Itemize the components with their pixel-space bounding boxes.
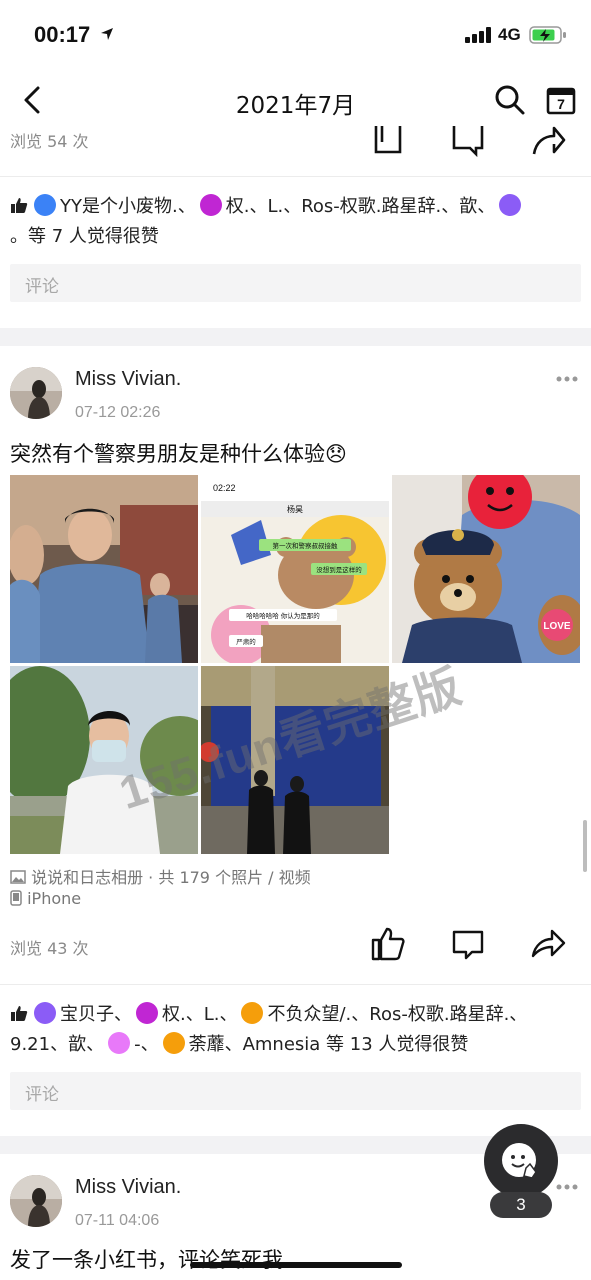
comment-placeholder: 评论 bbox=[25, 277, 59, 297]
likes-name: YY是个小废物.、 bbox=[60, 196, 196, 217]
likes-list[interactable]: 宝贝子、 权.、L.、 不负众望/.、Ros-权歌.路星辞.、 9.21、歆、 -、 荼… bbox=[10, 1000, 580, 1060]
calendar-icon[interactable]: 7 bbox=[545, 84, 577, 116]
user-avatar-icon bbox=[108, 1032, 131, 1054]
location-arrow-icon bbox=[101, 28, 113, 40]
chat-time: 02:22 bbox=[213, 483, 236, 493]
user-avatar-icon bbox=[162, 1032, 185, 1054]
section-gap bbox=[0, 328, 591, 346]
home-indicator bbox=[190, 1262, 402, 1268]
bear-badge-text: LOVE bbox=[543, 621, 571, 632]
notification-badge[interactable]: 3 bbox=[490, 1192, 552, 1218]
author-name[interactable]: Miss Vivian. bbox=[75, 368, 181, 391]
thumbs-up-icon bbox=[11, 198, 28, 213]
scrollbar[interactable] bbox=[583, 820, 587, 872]
more-options-icon[interactable] bbox=[556, 376, 578, 382]
likes-summary: 。等 7 人觉得很赞 bbox=[10, 226, 159, 247]
photo-thumbnail[interactable]: 02:22 杨昊 第一次和警察叔叔接触 没想到是这样的 哈哈哈哈哈 你认为是那的… bbox=[201, 475, 389, 663]
thumbs-up-icon bbox=[11, 1006, 28, 1021]
likes-name: 权.、L.、Ros-权歌.路星辞.、歆、 bbox=[225, 196, 496, 217]
likes-name: 权.、L.、 bbox=[162, 1004, 238, 1025]
comment-input[interactable]: 评论 bbox=[10, 264, 581, 302]
post-text: 突然有个警察男朋友是种什么体验😞 bbox=[10, 442, 347, 466]
chat-bubble: 哈哈哈哈哈 你认为是那的 bbox=[246, 611, 320, 620]
like-icon[interactable] bbox=[370, 124, 406, 160]
signal-icon bbox=[465, 27, 491, 43]
avatar[interactable] bbox=[10, 1175, 62, 1227]
album-text: 说说和日志相册 · 共 179 个照片 / 视频 bbox=[31, 868, 311, 887]
user-avatar-icon bbox=[34, 194, 56, 216]
search-icon[interactable] bbox=[494, 84, 526, 116]
share-icon[interactable] bbox=[530, 124, 566, 160]
likes-summary: 荼蘼、Amnesia 等 13 人觉得很赞 bbox=[188, 1034, 469, 1055]
image-icon bbox=[10, 870, 26, 884]
divider bbox=[0, 984, 591, 985]
comment-placeholder: 评论 bbox=[25, 1085, 59, 1105]
post-time: 07-12 02:26 bbox=[75, 404, 161, 421]
user-avatar-icon bbox=[199, 194, 222, 216]
comment-icon[interactable] bbox=[450, 926, 486, 962]
photo-thumbnail[interactable] bbox=[10, 475, 198, 663]
views-count: 浏览 54 次 bbox=[10, 132, 89, 151]
comment-icon[interactable] bbox=[450, 124, 486, 160]
photo-teddy-bear: LOVE bbox=[392, 475, 580, 663]
device-info: iPhone bbox=[10, 889, 81, 908]
likes-name: -、 bbox=[134, 1034, 159, 1055]
photo-police-group bbox=[10, 475, 198, 663]
chat-bubble: 严肃的 bbox=[236, 637, 256, 646]
share-icon[interactable] bbox=[530, 926, 566, 962]
user-avatar-icon bbox=[499, 194, 522, 216]
device-text: iPhone bbox=[27, 889, 82, 908]
battery-charging-icon bbox=[529, 26, 566, 44]
likes-name: 9.21、歆、 bbox=[10, 1034, 105, 1055]
views-count: 浏览 43 次 bbox=[10, 939, 89, 958]
likes-list[interactable]: YY是个小废物.、 权.、L.、Ros-权歌.路星辞.、歆、 。等 7 人觉得很赞 bbox=[10, 192, 580, 252]
calendar-day: 7 bbox=[557, 96, 565, 112]
post-time: 07-11 04:06 bbox=[75, 1212, 160, 1229]
floating-assistant-button[interactable] bbox=[484, 1124, 558, 1198]
status-bar: 00:17 4G bbox=[0, 0, 591, 70]
photo-chat-screenshot: 02:22 杨昊 第一次和警察叔叔接触 没想到是这样的 哈哈哈哈哈 你认为是那的… bbox=[201, 475, 389, 663]
nav-bar: 2021年7月 7 bbox=[0, 70, 591, 132]
chat-name: 杨昊 bbox=[287, 504, 303, 514]
network-type: 4G bbox=[498, 25, 521, 44]
chat-bubble: 第一次和警察叔叔接触 bbox=[273, 541, 339, 550]
comment-input[interactable]: 评论 bbox=[10, 1072, 581, 1110]
avatar[interactable] bbox=[10, 367, 62, 419]
likes-name: 宝贝子、 bbox=[60, 1004, 132, 1025]
user-avatar-icon bbox=[34, 1002, 56, 1024]
like-icon[interactable] bbox=[370, 926, 406, 962]
avatar-image bbox=[10, 1175, 62, 1227]
album-info[interactable]: 说说和日志相册 · 共 179 个照片 / 视频 bbox=[10, 864, 311, 888]
phone-icon bbox=[10, 890, 22, 906]
divider bbox=[0, 176, 591, 177]
chat-bubble: 没想到是这样的 bbox=[316, 565, 362, 574]
pointing-hand-icon bbox=[502, 1143, 537, 1179]
more-options-icon[interactable] bbox=[556, 1184, 578, 1190]
author-name[interactable]: Miss Vivian. bbox=[75, 1176, 181, 1199]
status-time: 00:17 bbox=[34, 22, 91, 47]
avatar-image bbox=[10, 367, 62, 419]
user-avatar-icon bbox=[136, 1002, 158, 1024]
user-avatar-icon bbox=[241, 1002, 264, 1024]
post-text: 发了一条小红书，评论笑死我 bbox=[10, 1248, 283, 1272]
photo-thumbnail[interactable]: LOVE bbox=[392, 475, 580, 663]
likes-name: 不负众望/.、Ros-权歌.路星辞.、 bbox=[267, 1004, 528, 1025]
